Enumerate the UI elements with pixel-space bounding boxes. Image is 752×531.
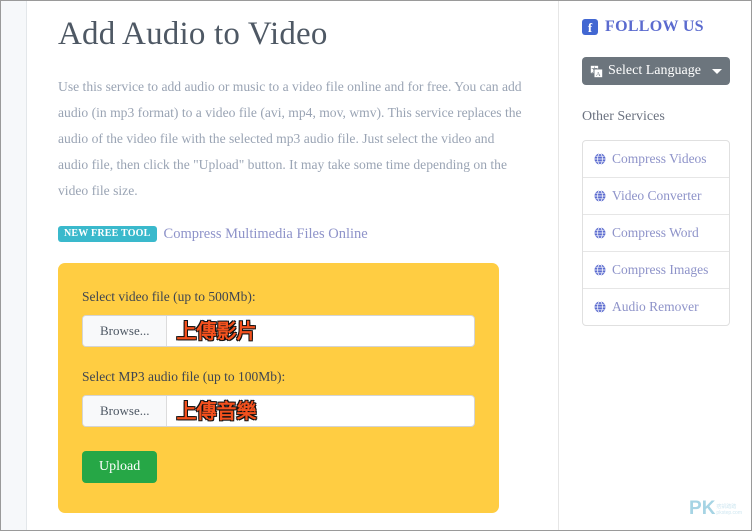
audio-browse-button[interactable]: Browse... bbox=[83, 396, 168, 427]
promo-row: NEW FREE TOOL Compress Multimedia Files … bbox=[58, 226, 528, 243]
service-item-compress-word[interactable]: Compress Word bbox=[583, 215, 729, 252]
service-label: Compress Videos bbox=[612, 151, 707, 166]
globe-icon bbox=[594, 190, 606, 202]
follow-us-row[interactable]: f FOLLOW US bbox=[582, 18, 730, 36]
service-label: Compress Images bbox=[612, 262, 709, 277]
new-free-tool-badge: NEW FREE TOOL bbox=[58, 226, 157, 243]
globe-icon bbox=[594, 153, 606, 165]
audio-file-label: Select MP3 audio file (up to 100Mb): bbox=[82, 369, 286, 385]
facebook-icon[interactable]: f bbox=[582, 19, 598, 35]
service-item-audio-remover[interactable]: Audio Remover bbox=[583, 289, 729, 325]
other-services-list: Compress Videos Video Converter Compress… bbox=[582, 140, 730, 326]
left-gutter-strip bbox=[1, 1, 27, 530]
service-label: Video Converter bbox=[612, 188, 702, 203]
other-services-heading: Other Services bbox=[582, 109, 665, 124]
select-language-label: Select Language bbox=[608, 63, 701, 78]
audio-file-input[interactable]: Browse... 上傳音樂 bbox=[82, 395, 475, 428]
intro-paragraph: Use this service to add audio or music t… bbox=[58, 78, 522, 198]
video-browse-button[interactable]: Browse... bbox=[83, 316, 168, 347]
service-item-video-converter[interactable]: Video Converter bbox=[583, 178, 729, 215]
audio-file-value: 上傳音樂 bbox=[176, 399, 257, 424]
video-file-label: Select video file (up to 500Mb): bbox=[82, 288, 256, 304]
upload-button[interactable]: Upload bbox=[82, 451, 158, 484]
service-item-compress-videos[interactable]: Compress Videos bbox=[583, 141, 729, 178]
svg-text:A: A bbox=[596, 71, 601, 78]
follow-us-label: FOLLOW US bbox=[605, 18, 704, 35]
page-title: Add Audio to Video bbox=[58, 16, 328, 52]
globe-icon bbox=[594, 301, 606, 313]
globe-icon bbox=[594, 227, 606, 239]
page-root: Add Audio to Video Use this service to a… bbox=[0, 0, 752, 531]
video-file-input[interactable]: Browse... 上傳影片 bbox=[82, 315, 475, 348]
compress-multimedia-link[interactable]: Compress Multimedia Files Online bbox=[164, 226, 368, 243]
translate-icon: 文 A bbox=[590, 64, 604, 78]
sidebar-column: f FOLLOW US 文 A Select Language Other Se… bbox=[560, 1, 751, 530]
service-label: Audio Remover bbox=[612, 299, 699, 314]
chevron-down-icon bbox=[711, 68, 722, 74]
video-file-value: 上傳影片 bbox=[176, 319, 257, 344]
globe-icon bbox=[594, 264, 606, 276]
main-content-column: Add Audio to Video Use this service to a… bbox=[28, 1, 559, 530]
service-label: Compress Word bbox=[612, 225, 699, 240]
select-language-button[interactable]: 文 A Select Language bbox=[582, 57, 730, 85]
service-item-compress-images[interactable]: Compress Images bbox=[583, 252, 729, 289]
upload-form-card: Select video file (up to 500Mb): Browse.… bbox=[58, 262, 499, 514]
